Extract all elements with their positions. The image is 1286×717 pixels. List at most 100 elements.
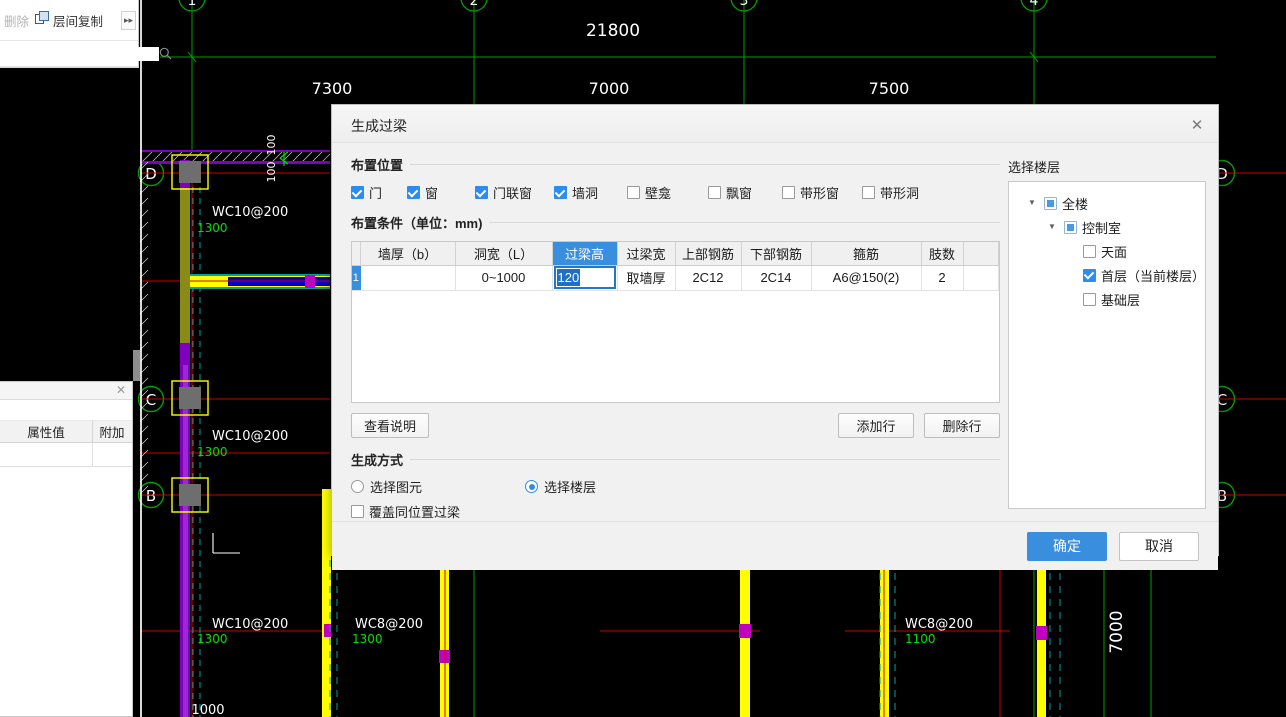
checkbox-strip-opening[interactable]: 带形洞	[862, 183, 919, 202]
cell-wall-thickness[interactable]	[360, 265, 456, 291]
column-header-lintel-width[interactable]: 过梁宽	[617, 242, 676, 266]
condition-table-wrapper[interactable]: 墙厚（b） 洞宽（L） 过梁高 过梁宽 上部钢筋 下部钢筋 箍筋 肢数 1 0~…	[351, 241, 1000, 403]
checkbox-indicator[interactable]	[475, 186, 488, 199]
checkbox-label: 壁龛	[645, 186, 672, 201]
checkbox-indicator[interactable]	[351, 186, 364, 199]
floor-section-title: 选择楼层	[1008, 160, 1061, 175]
svg-text:B: B	[146, 487, 156, 505]
table-row[interactable]: 1 0~1000 120 取墙厚 2C12 2C14 A6@150(2) 2	[352, 265, 999, 291]
checkbox-strip-window[interactable]: 带形窗	[782, 183, 862, 202]
add-row-button[interactable]: 添加行	[838, 413, 914, 438]
checkbox-indicator[interactable]	[1083, 244, 1096, 258]
cell-extra[interactable]	[93, 443, 131, 466]
checkbox-indicator[interactable]	[782, 186, 795, 199]
svg-text:1300: 1300	[197, 632, 228, 646]
cell-opening-width[interactable]: 0~1000	[455, 265, 553, 291]
panel-splitter-handle[interactable]	[133, 350, 140, 381]
cell-lintel-height[interactable]: 120	[552, 265, 618, 291]
dialog-main-column: 布置位置 门 窗 门联窗 墙洞 壁龛 飘窗 带形窗 带形洞 布置条件（单位：mm…	[332, 143, 1000, 521]
radio-indicator[interactable]	[351, 480, 364, 493]
checkbox-label: 带形洞	[880, 186, 920, 201]
cell-value[interactable]	[0, 443, 93, 466]
checkbox-door[interactable]: 门	[351, 183, 407, 202]
delete-button[interactable]: 删除	[4, 11, 29, 30]
cell-lintel-width[interactable]: 取墙厚	[617, 265, 676, 291]
column-header-bottom-rebar[interactable]: 下部钢筋	[741, 242, 812, 266]
chevron-down-icon[interactable]: ▼	[1045, 223, 1059, 231]
checkbox-indicator[interactable]	[708, 186, 721, 199]
checkbox-indicator[interactable]	[627, 186, 640, 199]
copy-icon	[35, 11, 50, 29]
section-divider	[489, 221, 1000, 223]
table-row[interactable]	[0, 443, 132, 467]
close-icon[interactable]: ✕	[114, 383, 128, 397]
copy-between-floors-button[interactable]: 层间复制	[35, 11, 103, 30]
checkbox-indicator[interactable]	[862, 186, 875, 199]
column-header-stirrup[interactable]: 箍筋	[811, 242, 922, 266]
column-header-opening-width[interactable]: 洞宽（L）	[455, 242, 553, 266]
cell-top-rebar[interactable]: 2C12	[675, 265, 742, 291]
radio-select-element[interactable]: 选择图元	[351, 477, 525, 496]
search-icon[interactable]	[159, 47, 172, 60]
condition-table-header-row: 墙厚（b） 洞宽（L） 过梁高 过梁宽 上部钢筋 下部钢筋 箍筋 肢数	[352, 242, 999, 266]
checkbox-overwrite-existing-lintel[interactable]: 覆盖同位置过梁	[351, 502, 460, 521]
toolbar-overflow-button[interactable]: ▸▸	[121, 11, 136, 30]
checkbox-door-window[interactable]: 门联窗	[475, 183, 554, 202]
cancel-button[interactable]: 取消	[1119, 531, 1199, 561]
chevron-down-icon[interactable]: ▼	[1025, 199, 1039, 207]
checkbox-label: 窗	[425, 186, 439, 201]
checkbox-window[interactable]: 窗	[407, 183, 475, 202]
delete-row-button[interactable]: 删除行	[924, 413, 1000, 438]
tree-node-label: 控制室	[1082, 220, 1122, 236]
floor-tree[interactable]: ▼ 全楼 ▼ 控制室 天面 首层（当前楼层） 基础层	[1008, 181, 1206, 509]
properties-table-header: 属性值 附加	[0, 421, 132, 443]
tree-node-foundation[interactable]: 基础层	[1015, 287, 1199, 311]
cell-editor[interactable]: 120	[553, 266, 616, 289]
generate-options: 选择图元 选择楼层 覆盖同位置过梁	[351, 477, 1000, 521]
checkbox-indicator[interactable]	[351, 505, 364, 518]
dialog-titlebar[interactable]: 生成过梁 ✕	[332, 105, 1218, 143]
tree-node-label: 首层（当前楼层）	[1101, 268, 1206, 284]
column-header-wall-thickness[interactable]: 墙厚（b）	[360, 242, 456, 266]
cell-stirrup[interactable]: A6@150(2)	[811, 265, 922, 291]
svg-text:C: C	[146, 391, 156, 409]
column-header-legs[interactable]: 肢数	[921, 242, 964, 266]
svg-text:100: 100	[265, 162, 278, 183]
checkbox-indicator[interactable]	[1044, 196, 1057, 210]
checkbox-indicator[interactable]	[1083, 292, 1096, 306]
confirm-button[interactable]: 确定	[1027, 531, 1107, 561]
checkbox-wall-opening[interactable]: 墙洞	[554, 183, 627, 202]
checkbox-label: 带形窗	[800, 186, 840, 201]
tree-node-all-floors[interactable]: ▼ 全楼	[1015, 191, 1199, 215]
tree-node-roof[interactable]: 天面	[1015, 239, 1199, 263]
checkbox-label: 飘窗	[726, 186, 753, 201]
svg-text:7000: 7000	[1107, 610, 1127, 653]
radio-indicator[interactable]	[525, 480, 538, 493]
checkbox-niche[interactable]: 壁龛	[627, 183, 708, 202]
cell-legs[interactable]: 2	[921, 265, 964, 291]
column-header-lintel-height[interactable]: 过梁高	[552, 242, 618, 266]
row-index[interactable]: 1	[352, 265, 361, 291]
properties-panel-titlebar: ✕	[0, 382, 132, 400]
checkbox-bay-window[interactable]: 飘窗	[708, 183, 782, 202]
svg-text:WC10@200: WC10@200	[212, 205, 288, 220]
radio-select-floor[interactable]: 选择楼层	[525, 477, 596, 496]
checkbox-label: 门联窗	[493, 186, 533, 201]
checkbox-indicator[interactable]	[407, 186, 420, 199]
tree-node-control-room[interactable]: ▼ 控制室	[1015, 215, 1199, 239]
search-input[interactable]	[4, 46, 159, 61]
copy-between-floors-label: 层间复制	[53, 14, 104, 29]
tree-node-first-floor[interactable]: 首层（当前楼层）	[1015, 263, 1205, 287]
column-header-extra: 附加	[99, 426, 125, 440]
generate-section-title: 生成方式	[351, 450, 1000, 468]
checkbox-indicator[interactable]	[1064, 220, 1077, 234]
view-help-button[interactable]: 查看说明	[351, 413, 430, 438]
close-icon[interactable]: ✕	[1186, 114, 1208, 136]
cell-bottom-rebar[interactable]: 2C14	[741, 265, 812, 291]
checkbox-indicator[interactable]	[554, 186, 567, 199]
section-divider	[410, 458, 1000, 460]
svg-text:1100: 1100	[905, 632, 936, 646]
column-header-value: 属性值	[0, 421, 93, 442]
column-header-top-rebar[interactable]: 上部钢筋	[675, 242, 742, 266]
checkbox-indicator[interactable]	[1083, 268, 1096, 282]
